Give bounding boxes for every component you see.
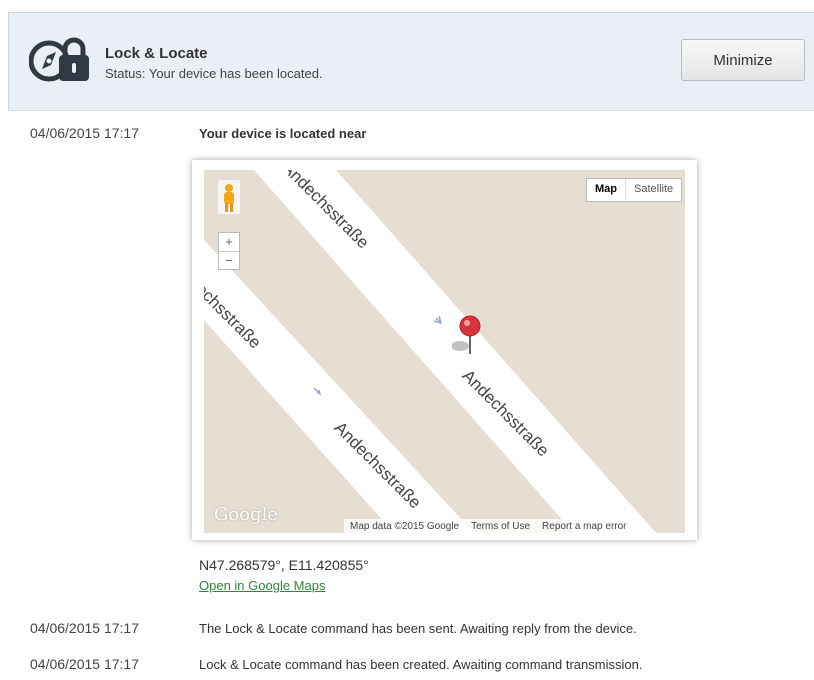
map-type-map-button[interactable]: Map	[587, 179, 626, 201]
open-in-google-maps-link[interactable]: Open in Google Maps	[199, 578, 325, 593]
zoom-out-button[interactable]: −	[219, 251, 239, 270]
log-message: The Lock & Locate command has been sent.…	[199, 621, 637, 636]
lock-locate-icon	[29, 37, 89, 82]
map-card: + − Map Satellite Andechsstraße Andechss…	[192, 160, 697, 540]
log-timestamp: 04/06/2015 17:17	[30, 620, 139, 636]
panel-title: Lock & Locate	[105, 45, 208, 62]
coordinates: N47.268579°, E11.420855°	[199, 557, 369, 573]
zoom-control: + −	[218, 232, 240, 270]
terms-of-use-link[interactable]: Terms of Use	[465, 519, 536, 533]
google-logo: Google	[214, 504, 278, 525]
location-map[interactable]: + − Map Satellite Andechsstraße Andechss…	[204, 170, 685, 533]
map-attribution: Map data ©2015 Google Terms of Use Repor…	[344, 519, 633, 533]
log-timestamp: 04/06/2015 17:17	[30, 656, 139, 672]
location-pin-icon[interactable]	[452, 314, 486, 358]
map-roads	[204, 170, 685, 533]
minimize-button[interactable]: Minimize	[681, 39, 805, 81]
log-message: Lock & Locate command has been created. …	[199, 657, 643, 672]
status-text: Status: Your device has been located.	[105, 66, 323, 81]
report-map-error-link[interactable]: Report a map error	[536, 519, 632, 533]
map-type-control: Map Satellite	[586, 178, 683, 202]
lock-locate-header: Lock & Locate Status: Your device has be…	[8, 12, 814, 111]
map-type-satellite-button[interactable]: Satellite	[626, 179, 681, 201]
zoom-in-button[interactable]: +	[219, 233, 239, 251]
map-data-attribution: Map data ©2015 Google	[350, 521, 460, 532]
log-timestamp: 04/06/2015 17:17	[30, 125, 139, 141]
pegman-icon[interactable]	[218, 180, 240, 214]
log-message: Your device is located near	[199, 126, 367, 141]
